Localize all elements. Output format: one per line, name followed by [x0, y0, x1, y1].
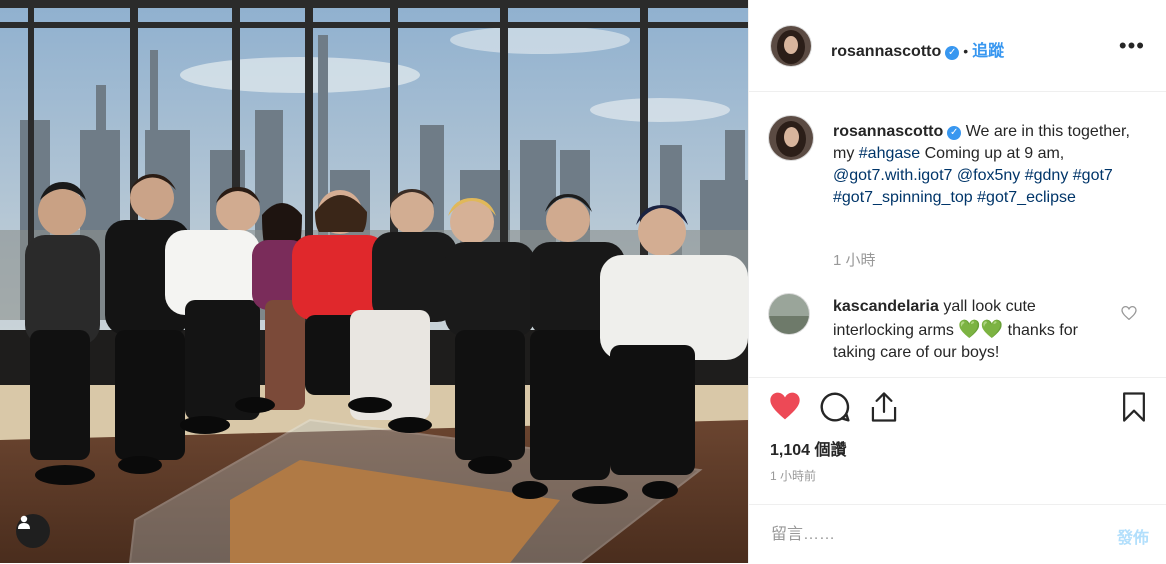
action-bar: 1,104 個讚 1 小時前: [749, 377, 1166, 519]
commenter-username[interactable]: kascandelaria: [833, 298, 939, 315]
post-sidebar: rosannascotto ✓ • 追蹤 ••• rosannascotto ✓ We …: [748, 0, 1166, 563]
separator-dot: •: [963, 43, 969, 59]
caption-link[interactable]: @fox5ny: [957, 167, 1020, 184]
caption-time: 1 小時: [833, 252, 876, 269]
like-button[interactable]: [769, 391, 801, 426]
comment-item: kascandelaria yall look cute interlockin…: [833, 296, 1103, 364]
caption-link[interactable]: #got7_eclipse: [977, 189, 1076, 206]
add-comment-bar: 發佈: [749, 504, 1166, 564]
bookmark-icon: [1123, 392, 1145, 422]
like-count[interactable]: 1,104 個讚: [770, 436, 847, 460]
verified-badge-icon: ✓: [945, 46, 960, 60]
author-username[interactable]: rosannascotto: [831, 43, 941, 60]
author-avatar[interactable]: [771, 26, 811, 66]
post-photo[interactable]: [0, 0, 748, 563]
caption-link[interactable]: #got7_spinning_top: [833, 189, 973, 206]
photo-scene: [0, 0, 748, 563]
post-comment-button[interactable]: 發佈: [1117, 524, 1149, 548]
caption-link[interactable]: #gdny: [1025, 167, 1069, 184]
user-tag-icon: [18, 515, 30, 529]
comment-input[interactable]: [769, 522, 1073, 548]
caption-link[interactable]: #ahgase: [859, 145, 920, 162]
comment-like-icon[interactable]: [1121, 305, 1137, 323]
follow-button[interactable]: 追蹤: [972, 43, 1004, 60]
post-timestamp[interactable]: 1 小時前: [770, 467, 816, 484]
share-button[interactable]: [869, 391, 899, 428]
post-header: rosannascotto ✓ • 追蹤 •••: [749, 0, 1166, 92]
more-options-icon[interactable]: •••: [1119, 33, 1145, 59]
comments-section: rosannascotto ✓ We are in this together, …: [749, 92, 1166, 376]
comment-bubble-icon: [820, 392, 850, 422]
caption-username[interactable]: rosannascotto: [833, 123, 943, 140]
heart-filled-icon: [770, 392, 800, 420]
verified-badge-icon: ✓: [947, 126, 962, 140]
caption-link[interactable]: #got7: [1073, 167, 1113, 184]
green-heart-emoji: 💚💚: [958, 319, 1004, 339]
caption-link[interactable]: @got7.with.igot7: [833, 167, 952, 184]
caption: rosannascotto ✓ We are in this together, …: [833, 121, 1133, 209]
comment-button[interactable]: [819, 391, 851, 428]
caption-segment: Coming up at 9 am,: [920, 145, 1065, 162]
caption-author-avatar[interactable]: [769, 116, 813, 160]
share-icon: [871, 392, 897, 422]
save-button[interactable]: [1121, 391, 1147, 428]
user-tag-button[interactable]: [16, 514, 50, 548]
author-line: rosannascotto ✓ • 追蹤: [831, 37, 1004, 61]
commenter-avatar[interactable]: [769, 294, 809, 334]
